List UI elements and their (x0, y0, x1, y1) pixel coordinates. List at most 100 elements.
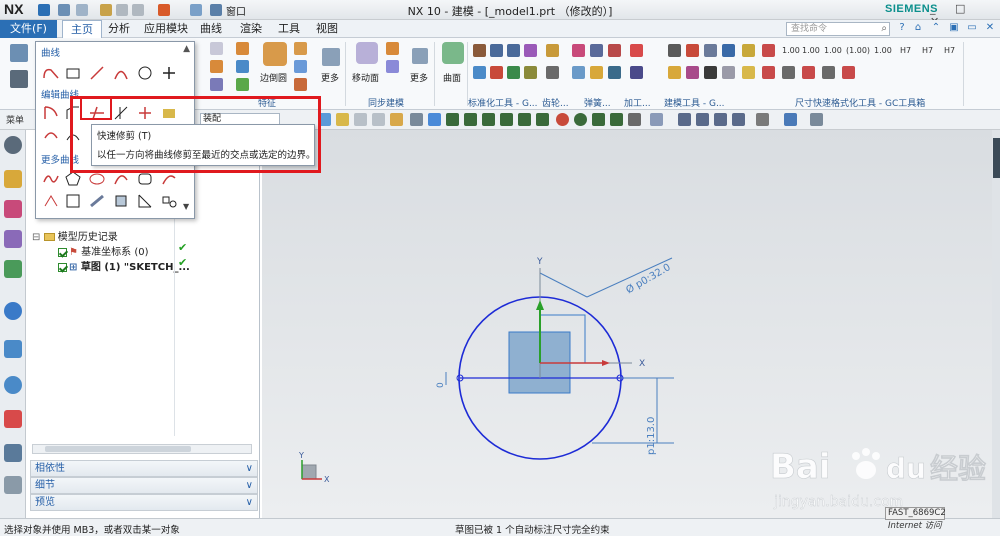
profile-icon[interactable] (42, 64, 60, 82)
command-search-input[interactable]: 查找命令 ⌕ (786, 22, 890, 36)
select-icon-2[interactable] (336, 113, 349, 126)
surface-label[interactable]: 曲面 (443, 71, 461, 84)
constraint-navigator-icon[interactable] (4, 200, 22, 218)
dim-label-h7-3[interactable]: H7 (944, 46, 955, 55)
machining-1-icon[interactable] (590, 44, 603, 57)
restore-icon[interactable]: ▣ (948, 22, 960, 34)
minimize-doc-icon[interactable]: ▭ (966, 22, 978, 34)
model-tool-8-icon[interactable] (722, 66, 735, 79)
line-icon[interactable] (88, 64, 106, 82)
machining-3-icon[interactable] (590, 66, 603, 79)
navigator-hscrollbar[interactable] (32, 444, 252, 454)
snap-center-icon[interactable] (556, 113, 569, 126)
point-set-icon[interactable] (160, 192, 178, 210)
snap-icon-4[interactable] (464, 113, 477, 126)
search-icon[interactable]: ⌕ (881, 23, 887, 35)
snap-icon-8[interactable] (536, 113, 549, 126)
dim-label-4[interactable]: (1.00) (846, 46, 870, 55)
pull-face-icon[interactable] (386, 42, 399, 55)
dim-label-1[interactable]: 1.00 (782, 46, 800, 55)
render-style-icon[interactable] (756, 113, 769, 126)
part-navigator-icon[interactable] (4, 230, 22, 248)
cut-icon[interactable] (100, 4, 112, 16)
more-sync-label[interactable]: 更多 (410, 71, 428, 84)
edge-blend-label[interactable]: 边倒圆 (260, 71, 287, 84)
hole-icon[interactable] (210, 60, 223, 73)
view-icon-2[interactable] (678, 113, 691, 126)
associative-curve-icon[interactable] (136, 192, 154, 210)
layer-icon[interactable] (810, 113, 823, 126)
conic-icon[interactable] (112, 170, 130, 188)
dim-label-5[interactable]: 1.00 (874, 46, 892, 55)
tab-curve[interactable]: 曲线 (198, 20, 224, 38)
circle-icon[interactable] (136, 64, 154, 82)
dim-label-2[interactable]: 1.00 (802, 46, 820, 55)
tab-home[interactable]: 主页 (62, 20, 102, 38)
arc-icon[interactable] (112, 64, 130, 82)
model-tool-4-icon[interactable] (722, 44, 735, 57)
dim-label-3[interactable]: 1.00 (824, 46, 842, 55)
pattern-curve-icon[interactable] (88, 192, 106, 210)
view-icon-1[interactable] (650, 113, 663, 126)
model-tool-9-icon[interactable] (742, 44, 755, 57)
intersection-curve-icon[interactable] (42, 192, 60, 210)
collapse-icon[interactable]: ▲ (183, 44, 190, 54)
machining-4-icon[interactable] (608, 66, 621, 79)
visibility-checkbox[interactable] (58, 262, 67, 272)
home-icon[interactable]: ⌂ (912, 22, 924, 34)
orient-view-icon[interactable] (784, 113, 797, 126)
sketch-icon[interactable] (10, 44, 28, 62)
point-icon[interactable] (160, 64, 178, 82)
model-tool-3-icon[interactable] (704, 44, 717, 57)
process-studio-icon[interactable] (4, 444, 22, 462)
select-icon-5[interactable] (390, 113, 403, 126)
quick-extend-icon[interactable] (112, 104, 130, 122)
diameter-2-icon[interactable] (822, 66, 835, 79)
mirror-curve-icon[interactable] (64, 126, 82, 144)
assembly-navigator-icon[interactable] (4, 170, 22, 188)
repeat-command-icon[interactable] (158, 4, 170, 16)
tree-item-sketch[interactable]: ⊞ 草图 (1) "SKETCH_... (58, 258, 190, 273)
unite-icon[interactable] (236, 60, 249, 73)
tree-history-node[interactable]: ⊟ 模型历史记录 (32, 228, 118, 243)
more-sync-icon[interactable] (412, 48, 428, 64)
model-tool-6-icon[interactable] (686, 66, 699, 79)
file-menu[interactable]: 文件(F) (0, 20, 57, 38)
visibility-checkbox[interactable] (58, 247, 67, 257)
snap-icon-1[interactable] (410, 113, 423, 126)
graphics-viewport[interactable]: Ø p0:32.0 Y X p1:13.0 0 Y X (262, 130, 992, 518)
dock-tab[interactable] (993, 138, 1000, 178)
gc-tool-6-icon[interactable] (490, 66, 503, 79)
tab-view[interactable]: 视图 (314, 20, 340, 38)
gc-tool-1-icon[interactable] (473, 44, 486, 57)
undo-icon[interactable] (58, 4, 70, 16)
gc-tool-4-icon[interactable] (524, 44, 537, 57)
spline-icon[interactable] (42, 170, 60, 188)
dim-4-icon[interactable] (842, 66, 855, 79)
spring-2-icon[interactable] (572, 66, 585, 79)
settings-gear-icon[interactable] (4, 136, 22, 154)
close-doc-icon[interactable]: ✕ (984, 22, 996, 34)
machining-6-icon[interactable] (630, 66, 643, 79)
window-icon[interactable] (210, 4, 222, 16)
more-features-icon[interactable] (322, 48, 340, 66)
scroll-thumb[interactable] (45, 446, 191, 452)
roles-icon[interactable] (4, 476, 22, 494)
edit-curve-icon[interactable] (160, 104, 178, 122)
paste-icon[interactable] (132, 4, 144, 16)
trim-body-icon[interactable] (294, 78, 307, 91)
tab-tools[interactable]: 工具 (276, 20, 302, 38)
diameter-icon[interactable] (802, 66, 815, 79)
web-browser-icon[interactable] (4, 302, 22, 320)
make-corner-icon[interactable] (136, 104, 154, 122)
preview-panel-header[interactable]: 预览 ∨ (30, 494, 258, 511)
draft-icon[interactable] (294, 60, 307, 73)
snap-icon-10[interactable] (592, 113, 605, 126)
edge-blend-icon[interactable] (263, 42, 287, 66)
system-material-icon[interactable] (4, 410, 22, 428)
datum-plane-icon[interactable] (210, 42, 223, 55)
details-panel-header[interactable]: 细节 ∨ (30, 477, 258, 494)
offset-curve-icon[interactable] (42, 126, 60, 144)
window-menu[interactable]: 窗口 (226, 3, 246, 18)
model-tool-1-icon[interactable] (668, 44, 681, 57)
